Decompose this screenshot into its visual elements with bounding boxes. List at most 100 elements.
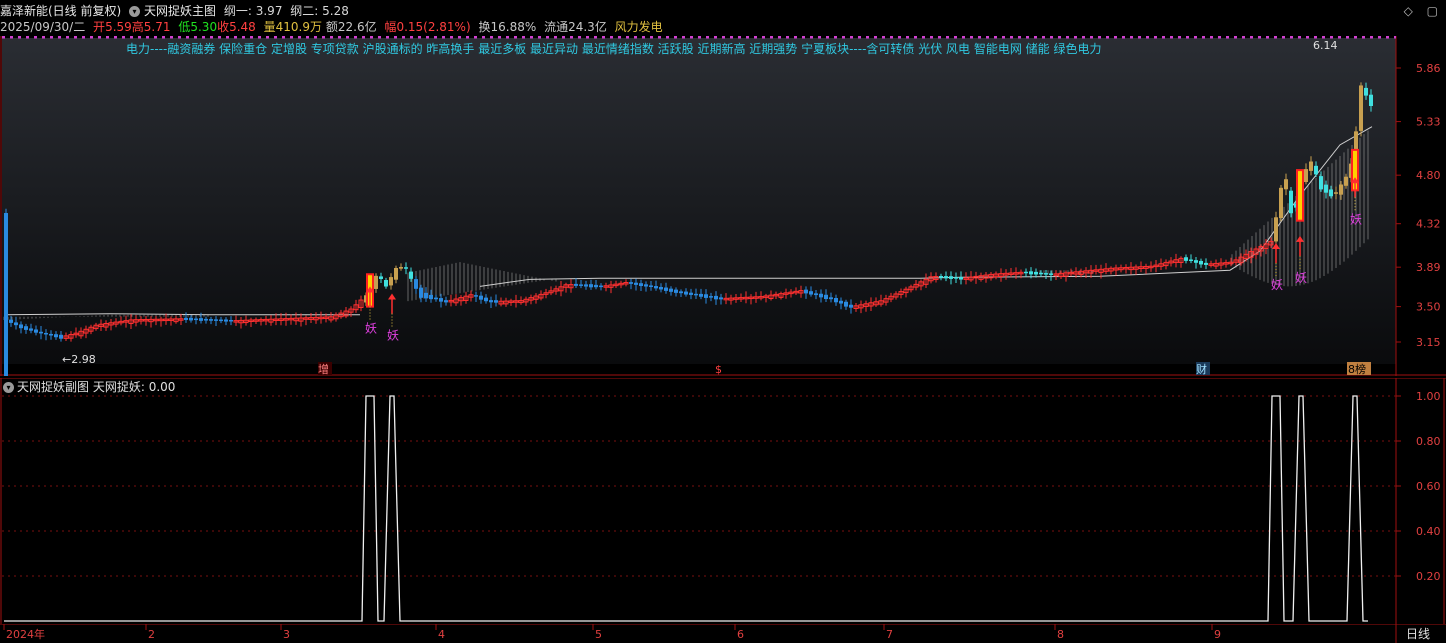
candle-body: [649, 285, 653, 288]
candle-body: [644, 284, 648, 287]
candle-body: [374, 275, 378, 289]
quote-date: 2025/09/30/二: [0, 20, 86, 34]
sub-axis: 1.00 0.80 0.60 0.40 0.20: [1396, 390, 1441, 583]
price-tick-label: 5.86: [1416, 62, 1441, 75]
turnover-value: 16.88%: [490, 20, 537, 34]
sub-tick-label: 0.60: [1416, 480, 1441, 493]
time-labels: 2024年 2 3 4 5 6 7 8 9: [3, 624, 1221, 641]
tag-cai[interactable]: 财: [1196, 362, 1207, 376]
candle-body: [399, 266, 403, 269]
net1-label: 纲一:: [223, 4, 252, 18]
float-label: 流通: [544, 20, 569, 34]
concept-line: 电力----融资融券 保险重仓 定增股 专项贷款 沪股通标的 昨高换手 最近多板…: [126, 42, 1102, 56]
candle-body: [654, 286, 658, 289]
time-label: 3: [283, 628, 290, 641]
candle-body: [194, 318, 198, 321]
period-label[interactable]: 日线: [1406, 627, 1430, 641]
candle-body: [419, 287, 423, 298]
yao-label: 妖: [1295, 271, 1307, 285]
time-label: 7: [886, 628, 893, 641]
candle-body: [1194, 260, 1198, 263]
kline-main-chart[interactable]: 5.865.334.804.323.893.503.15 妖妖妖妖妖 6.14 …: [0, 36, 1446, 376]
candle-body: [199, 318, 203, 321]
candle-body: [1284, 179, 1288, 190]
candle-body: [404, 267, 408, 269]
sub-indicator-value: 0.00: [148, 380, 176, 394]
candle-body: [674, 289, 678, 293]
candle-body: [669, 288, 673, 292]
candle-body: [684, 291, 688, 295]
price-tick-label: 4.80: [1416, 169, 1441, 182]
limit-up-bar: [1296, 169, 1304, 222]
tag-bang[interactable]: 8榜: [1348, 362, 1366, 376]
candle-body: [479, 295, 483, 300]
diamond-icon[interactable]: ◇: [1404, 4, 1413, 18]
candle-body: [1329, 189, 1333, 197]
high-marker: 6.14: [1313, 39, 1338, 52]
maximize-icon[interactable]: ▢: [1427, 4, 1438, 18]
candle-body: [664, 287, 668, 291]
open-label: 开: [93, 20, 106, 34]
time-label: 2: [148, 628, 155, 641]
candle-body: [824, 294, 828, 300]
window-controls: ◇ ▢: [1394, 4, 1438, 18]
candle-body: [394, 267, 398, 280]
indicator-main-name[interactable]: 天网捉妖主图: [144, 4, 216, 18]
sub-gridlines: [2, 395, 1396, 577]
candle-body: [939, 275, 943, 278]
candle-body: [29, 328, 33, 331]
candle-body: [474, 295, 478, 297]
sub-tick-label: 0.40: [1416, 525, 1441, 538]
candle-body: [389, 277, 393, 286]
candle-body: [679, 291, 683, 294]
candle-body: [639, 283, 643, 287]
turnover-label: 换: [478, 20, 491, 34]
candle-body: [1344, 176, 1348, 186]
candle-body: [34, 329, 38, 333]
candle-body: [1024, 271, 1028, 274]
time-label: 6: [737, 628, 744, 641]
candle-body: [844, 301, 848, 307]
tag-zeng[interactable]: 增: [318, 362, 329, 376]
sub-indicator-name[interactable]: 天网捉妖副图: [17, 380, 89, 394]
candle-body: [1274, 217, 1278, 242]
close-value: 5.48: [229, 20, 256, 34]
net2-label: 纲二:: [290, 4, 319, 18]
sub-indicator-chart[interactable]: 1.00 0.80 0.60 0.40 0.20: [0, 378, 1446, 624]
candle-body: [224, 319, 228, 322]
high-label: 高: [131, 20, 144, 34]
candle-body: [634, 282, 638, 285]
close-label: 收: [217, 20, 230, 34]
sub-collapse-icon[interactable]: ▾: [3, 382, 14, 393]
candle-body: [659, 286, 663, 290]
time-label: 8: [1057, 628, 1064, 641]
candle-body: [229, 319, 233, 322]
candle-body: [189, 317, 193, 321]
tag-dollar[interactable]: $: [715, 363, 722, 376]
candle-body: [1334, 192, 1338, 194]
price-axis: 5.86 5.33 4.80 4.32 3.89 3.50 3.15: [1396, 62, 1441, 349]
candle-body: [1029, 271, 1033, 275]
candle-body: [714, 295, 718, 300]
candle-body: [489, 300, 493, 303]
sector-tag[interactable]: 风力发电: [615, 20, 663, 34]
collapse-icon[interactable]: ▾: [129, 6, 141, 17]
candle-body: [704, 294, 708, 298]
candle-body: [819, 293, 823, 298]
candle-body: [219, 319, 223, 322]
candle-body: [1369, 94, 1373, 107]
candle-body: [1364, 87, 1368, 96]
candle-body: [1184, 257, 1188, 261]
candle-body: [629, 282, 633, 284]
candle-body: [4, 213, 8, 376]
candle-body: [9, 319, 13, 323]
candle-body: [24, 326, 28, 330]
price-tick-label: 3.89: [1416, 261, 1441, 274]
candle-body: [709, 296, 713, 298]
candle-body: [849, 304, 853, 308]
candle-body: [719, 297, 723, 300]
candle-body: [1279, 187, 1283, 219]
candle-body: [594, 284, 598, 288]
stock-name[interactable]: 嘉泽新能(日线 前复权): [0, 4, 121, 18]
sub-tick-label: 0.20: [1416, 570, 1441, 583]
